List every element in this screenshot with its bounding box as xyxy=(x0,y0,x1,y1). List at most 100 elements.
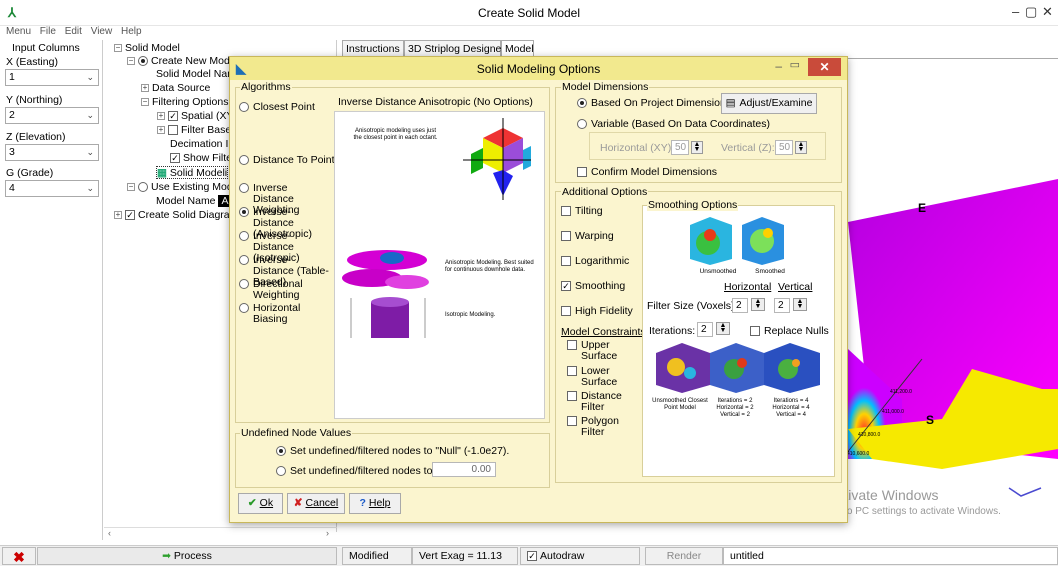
minimize-icon[interactable]: – xyxy=(1012,4,1019,19)
upper-surface-checkbox[interactable]: Upper Surface xyxy=(567,340,627,362)
anisotropic-model-image xyxy=(342,250,429,289)
smoothed-label: Smoothed xyxy=(755,268,785,275)
smoothing-options-title: Smoothing Options xyxy=(647,199,739,211)
algo-distance-to-point[interactable]: Distance To Point xyxy=(239,155,335,166)
tree-model-name[interactable]: Solid Model Nam xyxy=(156,68,236,81)
iterations-spinner[interactable]: ▲ ▼ xyxy=(716,322,730,335)
lower-surface-checkbox[interactable]: Lower Surface xyxy=(567,366,627,388)
tick-label-2: 411,000.0 xyxy=(882,409,904,415)
tree-horizontal-scrollbar[interactable]: ‹ › xyxy=(104,527,337,540)
undefined-node-title: Undefined Node Values xyxy=(240,427,353,439)
g-column-label: G (Grade) xyxy=(6,167,54,179)
algo-directional-weighting[interactable]: Directional Weighting xyxy=(239,279,329,301)
minimize-icon[interactable]: – xyxy=(775,59,782,73)
orientation-glyph xyxy=(1008,487,1042,497)
chevron-down-icon: ⌄ xyxy=(86,110,94,120)
x-column-value: 1 xyxy=(9,71,15,83)
g-column-select[interactable]: 4 ⌄ xyxy=(5,180,99,197)
y-column-select[interactable]: 2 ⌄ xyxy=(5,107,99,124)
menu-item-menu[interactable]: Menu xyxy=(6,26,31,37)
isotropic-model-image xyxy=(350,297,426,338)
tree-root[interactable]: − Solid Model xyxy=(114,42,180,55)
horizontal-header: Horizontal xyxy=(724,281,772,293)
iterations-input[interactable]: 2 xyxy=(697,322,713,337)
filter-size-horizontal-spinner[interactable]: ▲ ▼ xyxy=(751,298,765,311)
maximize-icon[interactable]: ▭ xyxy=(790,58,800,71)
tree-show-filter[interactable]: ✓ Show Filte xyxy=(170,152,232,165)
menu-item-help[interactable]: Help xyxy=(121,26,142,37)
distance-filter-checkbox[interactable]: Distance Filter xyxy=(567,391,627,413)
iterations-label: Iterations: xyxy=(649,325,696,337)
polygon-filter-checkbox[interactable]: Polygon Filter xyxy=(567,416,627,438)
vertical-header: Vertical xyxy=(778,281,813,293)
tree-create-new[interactable]: − Create New Mode xyxy=(127,55,236,68)
tree-create-diagram[interactable]: + ✓ Create Solid Diagram xyxy=(114,209,238,222)
set-null-radio[interactable]: Set undefined/filtered nodes to "Null" (… xyxy=(276,446,509,457)
menu-item-view[interactable]: View xyxy=(91,26,113,37)
tilting-checkbox[interactable]: Tilting xyxy=(561,206,603,217)
close-panel-button[interactable]: ✖ xyxy=(2,547,36,565)
tree-filtering[interactable]: − Filtering Options xyxy=(141,96,228,109)
menu-item-edit[interactable]: Edit xyxy=(65,26,82,37)
axis-label-s: S xyxy=(926,413,935,427)
dims-based-on-project[interactable]: Based On Project Dimensions xyxy=(577,98,731,109)
tree-use-existing[interactable]: − Use Existing Mode xyxy=(127,181,239,194)
warping-checkbox[interactable]: Warping xyxy=(561,231,614,242)
g-column-value: 4 xyxy=(9,182,15,194)
tree-filter-base[interactable]: + Filter Base xyxy=(157,124,231,137)
scroll-right-icon: › xyxy=(326,528,329,538)
tree-solid-modeling[interactable]: ▦ Solid Modeli xyxy=(156,166,229,179)
filter-size-vertical-input[interactable]: 2 xyxy=(774,298,790,313)
filter-size-horizontal-input[interactable]: 2 xyxy=(732,298,748,313)
axis-label-e: E xyxy=(918,201,927,215)
vertical-z-spinner[interactable]: ▲ ▼ xyxy=(795,141,807,154)
algo-horizontal-biasing[interactable]: Horizontal Biasing xyxy=(239,303,329,325)
menu-item-file[interactable]: File xyxy=(40,26,56,37)
algorithms-title: Algorithms xyxy=(240,81,292,93)
tree-data-source[interactable]: + Data Source xyxy=(141,82,210,95)
grid-icon: ▦ xyxy=(157,167,167,179)
vert-exag-status[interactable]: Vert Exag = 11.13 xyxy=(412,547,518,565)
smoothing-checkbox[interactable]: ✓ Smoothing xyxy=(561,281,625,292)
algo-closest-point[interactable]: Closest Point xyxy=(239,102,315,113)
autodraw-checkbox[interactable]: ✓ Autodraw xyxy=(520,547,640,565)
help-button[interactable]: ? Help xyxy=(349,493,401,514)
y-column-value: 2 xyxy=(9,109,15,121)
close-icon[interactable]: ✕ xyxy=(808,58,841,76)
z-column-select[interactable]: 3 ⌄ xyxy=(5,144,99,161)
filter-size-vertical-spinner[interactable]: ▲ ▼ xyxy=(793,298,807,311)
render-button[interactable]: Render xyxy=(645,547,723,565)
process-button[interactable]: ➡ Process xyxy=(37,547,337,565)
horizontal-xy-label: Horizontal (XY): xyxy=(600,142,675,154)
logarithmic-checkbox[interactable]: Logarithmic xyxy=(561,256,629,267)
title-bar: ⅄ Create Solid Model – ▢ ✕ xyxy=(0,0,1058,26)
confirm-dimensions-checkbox[interactable]: Confirm Model Dimensions xyxy=(577,167,717,178)
additional-options-title: Additional Options xyxy=(561,186,649,198)
tree-decimation[interactable]: Decimation In xyxy=(170,138,234,151)
adjust-examine-button[interactable]: ▤ Adjust/Examine xyxy=(721,93,817,114)
tree-spatial[interactable]: + ✓ Spatial (XY xyxy=(157,110,234,123)
vertical-z-input[interactable]: 50 xyxy=(775,140,793,155)
replace-nulls-checkbox[interactable]: Replace Nulls xyxy=(750,326,829,337)
close-icon[interactable]: ✕ xyxy=(1042,4,1053,20)
tree-model-name-field[interactable]: Model Name A xyxy=(156,195,232,208)
horizontal-xy-spinner[interactable]: ▲ ▼ xyxy=(691,141,703,154)
undefined-value-input[interactable]: 0.00 xyxy=(432,462,496,477)
iterations-preview-image xyxy=(656,343,820,393)
horizontal-xy-input[interactable]: 50 xyxy=(671,140,689,155)
caption-iterations-2: Iterations = 2 Horizontal = 2 Vertical =… xyxy=(716,398,754,418)
filter-size-label: Filter Size (Voxels): xyxy=(647,300,738,312)
dialog-title-bar: ◣ Solid Modeling Options – ▭ ✕ xyxy=(230,57,847,80)
caption-unsmoothed: Unsmoothed Closest Point Model xyxy=(652,398,708,411)
cancel-button[interactable]: ✘ Cancel xyxy=(287,493,345,514)
set-value-radio[interactable]: Set undefined/filtered nodes to: xyxy=(276,466,435,477)
file-name-status: untitled xyxy=(723,547,1058,565)
preview-desc-3: Isotropic Modeling. xyxy=(445,312,496,318)
x-column-label: X (Easting) xyxy=(6,56,58,68)
preview-desc-2: Anisotropic Modeling. Best suited for co… xyxy=(445,260,534,273)
x-column-select[interactable]: 1 ⌄ xyxy=(5,69,99,86)
ok-button[interactable]: ✔ Ok xyxy=(238,493,283,514)
dims-variable[interactable]: Variable (Based On Data Coordinates) xyxy=(577,119,770,130)
high-fidelity-checkbox[interactable]: High Fidelity xyxy=(561,306,633,317)
maximize-icon[interactable]: ▢ xyxy=(1025,4,1037,20)
